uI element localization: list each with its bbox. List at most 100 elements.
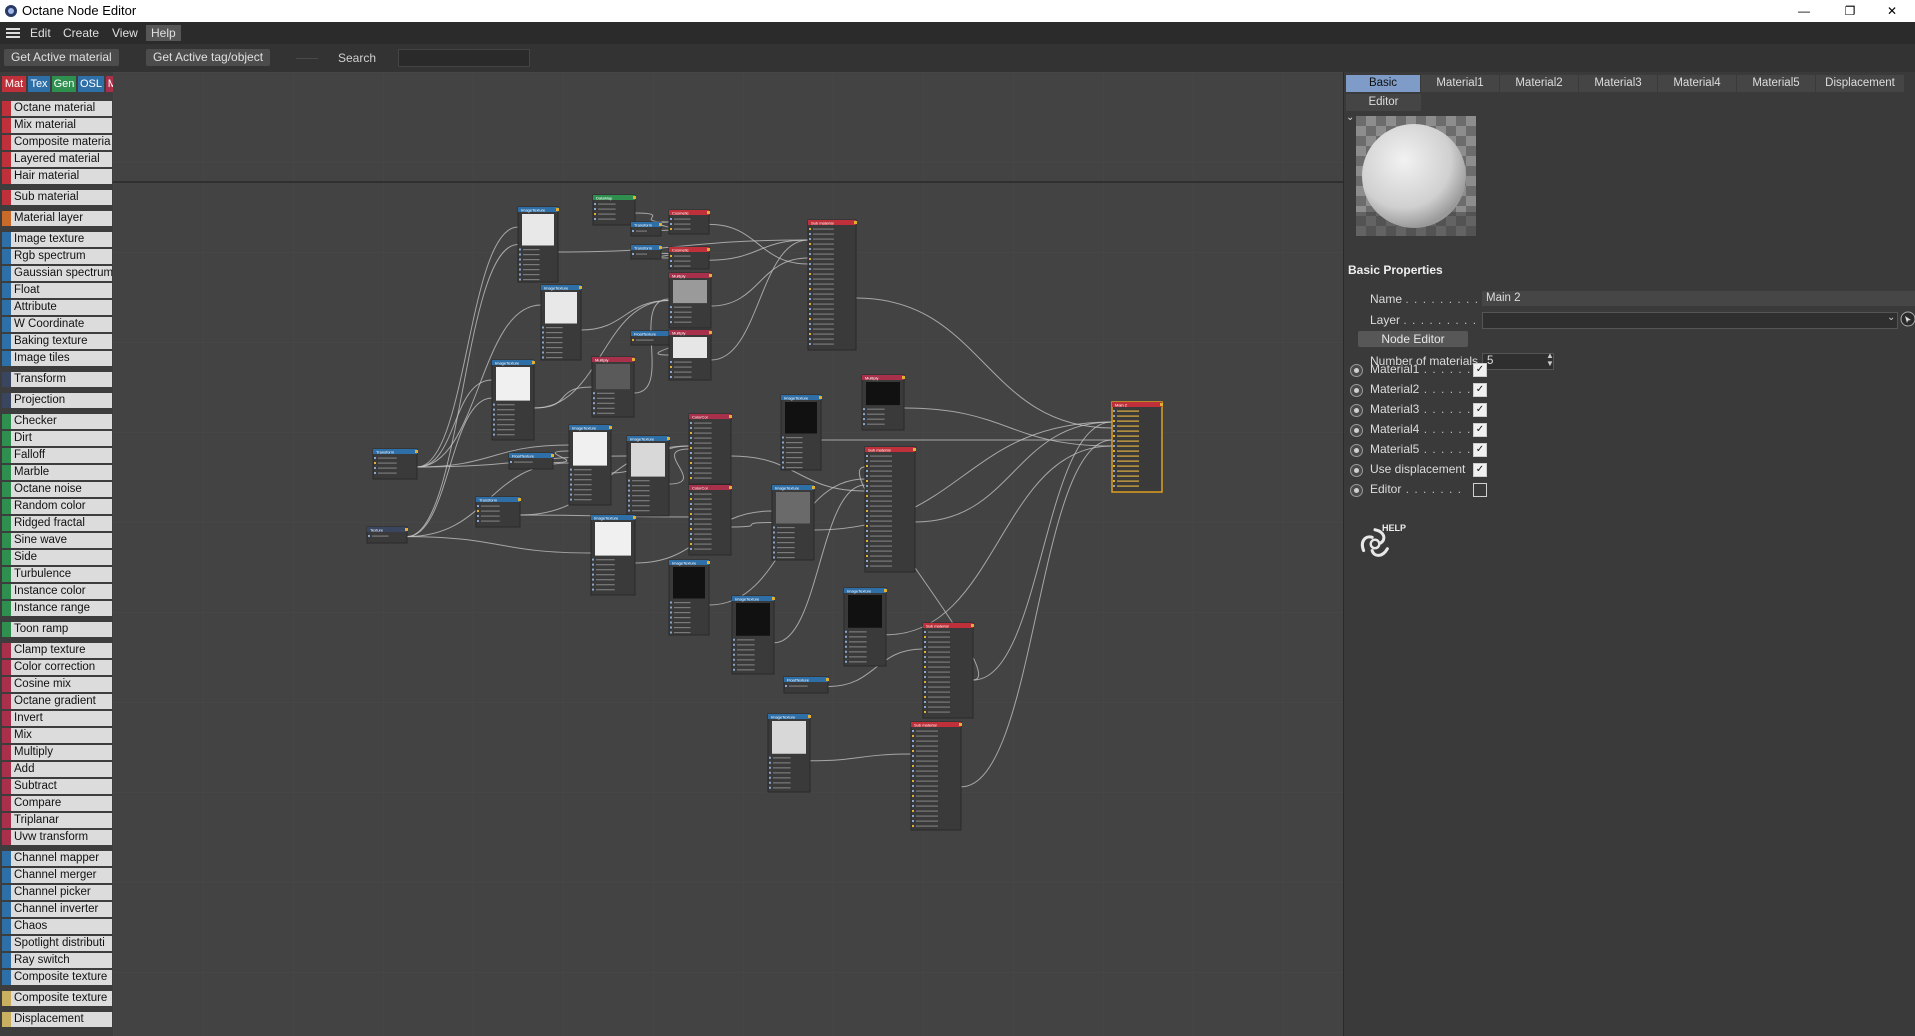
graph-node-input-pin[interactable] bbox=[769, 786, 771, 789]
graph-node[interactable]: Sub material bbox=[864, 446, 916, 573]
graph-node-input-pin[interactable] bbox=[809, 288, 811, 290]
animate-toggle-icon[interactable] bbox=[1350, 384, 1363, 397]
graph-node-input-pin[interactable] bbox=[924, 691, 926, 693]
graph-node-output-pin[interactable] bbox=[659, 246, 662, 249]
graph-node-input-pin[interactable] bbox=[592, 568, 594, 571]
graph-node-input-pin[interactable] bbox=[690, 457, 692, 459]
node-list-item[interactable]: Marble bbox=[2, 465, 112, 480]
graph-node-input-pin[interactable] bbox=[733, 648, 735, 651]
graph-node-output-pin[interactable] bbox=[729, 486, 732, 489]
node-list-item[interactable]: Baking texture bbox=[2, 334, 112, 349]
graph-node-input-pin[interactable] bbox=[773, 541, 775, 544]
graph-node-output-pin[interactable] bbox=[667, 437, 670, 440]
graph-node-input-pin[interactable] bbox=[866, 470, 868, 472]
graph-node-input-pin[interactable] bbox=[690, 508, 692, 510]
toggle-checkbox[interactable]: ✓ bbox=[1473, 443, 1487, 457]
graph-node-input-pin[interactable] bbox=[374, 467, 376, 469]
animate-toggle-icon[interactable] bbox=[1350, 404, 1363, 417]
graph-node-output-pin[interactable] bbox=[1160, 403, 1163, 406]
graph-node-input-pin[interactable] bbox=[809, 248, 811, 250]
graph-node-output-pin[interactable] bbox=[826, 678, 829, 681]
graph-node-input-pin[interactable] bbox=[670, 611, 672, 614]
layer-dropdown-chevron-icon[interactable]: ⌄ bbox=[1887, 312, 1895, 323]
graph-node-input-pin[interactable] bbox=[769, 756, 771, 759]
category-tab-osl[interactable]: OSL bbox=[78, 76, 104, 92]
graph-node-input-pin[interactable] bbox=[690, 548, 692, 550]
graph-node-input-pin[interactable] bbox=[593, 412, 595, 415]
graph-node-input-pin[interactable] bbox=[912, 745, 914, 747]
graph-node-input-pin[interactable] bbox=[809, 253, 811, 255]
node-list-item[interactable]: W Coordinate bbox=[2, 317, 112, 332]
node-list-item[interactable]: Sub material bbox=[2, 190, 112, 205]
node-list-item[interactable]: Image tiles bbox=[2, 351, 112, 366]
graph-node-input-pin[interactable] bbox=[1113, 425, 1115, 427]
menu-create[interactable]: Create bbox=[58, 25, 104, 41]
graph-node-input-pin[interactable] bbox=[924, 701, 926, 703]
graph-node[interactable]: ImageTexture bbox=[843, 587, 887, 667]
graph-node-input-pin[interactable] bbox=[769, 761, 771, 764]
graph-node-input-pin[interactable] bbox=[690, 462, 692, 464]
graph-node[interactable]: Texture bbox=[366, 526, 408, 544]
graph-node-output-pin[interactable] bbox=[707, 211, 710, 214]
graph-node-input-pin[interactable] bbox=[493, 403, 495, 406]
category-tab-tex[interactable]: Tex bbox=[28, 76, 50, 92]
graph-node[interactable]: ImageTexture bbox=[767, 713, 811, 793]
tab-material5[interactable]: Material5 bbox=[1737, 75, 1815, 92]
graph-node-input-pin[interactable] bbox=[845, 630, 847, 633]
node-graph-canvas[interactable]: ImageTexture DataMap Transform Transform Cos… bbox=[113, 72, 1343, 1036]
menu-edit[interactable]: Edit bbox=[25, 25, 56, 41]
graph-node[interactable]: ImageTexture bbox=[590, 514, 636, 596]
graph-node-input-pin[interactable] bbox=[809, 273, 811, 275]
graph-node-input-pin[interactable] bbox=[866, 465, 868, 467]
graph-node-input-pin[interactable] bbox=[670, 361, 672, 363]
graph-node-input-pin[interactable] bbox=[912, 760, 914, 762]
node-list-item[interactable]: Add bbox=[2, 762, 112, 777]
graph-node[interactable]: ImageTexture bbox=[491, 359, 535, 441]
graph-node-input-pin[interactable] bbox=[924, 671, 926, 673]
animate-toggle-icon[interactable] bbox=[1350, 484, 1363, 497]
node-list-item[interactable]: Falloff bbox=[2, 448, 112, 463]
graph-node-input-pin[interactable] bbox=[690, 513, 692, 515]
animate-toggle-icon[interactable] bbox=[1350, 464, 1363, 477]
node-list-item[interactable]: Color correction bbox=[2, 660, 112, 675]
node-list-item[interactable]: Checker bbox=[2, 414, 112, 429]
graph-node-input-pin[interactable] bbox=[670, 601, 672, 604]
graph-node-input-pin[interactable] bbox=[670, 260, 672, 262]
graph-node-input-pin[interactable] bbox=[809, 323, 811, 325]
graph-node-input-pin[interactable] bbox=[866, 490, 868, 492]
graph-node-input-pin[interactable] bbox=[542, 351, 544, 354]
graph-node-input-pin[interactable] bbox=[866, 550, 868, 552]
graph-node-output-pin[interactable] bbox=[659, 223, 662, 226]
graph-node-input-pin[interactable] bbox=[912, 735, 914, 737]
graph-node-input-pin[interactable] bbox=[477, 505, 479, 507]
node-list-item[interactable]: Chaos bbox=[2, 919, 112, 934]
graph-node-output-pin[interactable] bbox=[405, 528, 408, 531]
graph-node-input-pin[interactable] bbox=[866, 555, 868, 557]
graph-node-input-pin[interactable] bbox=[782, 456, 784, 459]
graph-node-input-pin[interactable] bbox=[1113, 415, 1115, 417]
node-list-item[interactable]: Invert bbox=[2, 711, 112, 726]
node-list-item[interactable]: Dirt bbox=[2, 431, 112, 446]
tab-material2[interactable]: Material2 bbox=[1500, 75, 1578, 92]
graph-node-input-pin[interactable] bbox=[690, 437, 692, 439]
graph-node-input-pin[interactable] bbox=[592, 588, 594, 591]
graph-node[interactable]: FloatTexture bbox=[783, 676, 829, 694]
graph-node[interactable]: Transform bbox=[630, 244, 662, 260]
graph-node-output-pin[interactable] bbox=[709, 274, 712, 277]
collapse-chevron-icon[interactable]: ⌄ bbox=[1346, 112, 1354, 123]
graph-node-input-pin[interactable] bbox=[809, 303, 811, 305]
graph-node-input-pin[interactable] bbox=[769, 771, 771, 774]
graph-node-input-pin[interactable] bbox=[690, 533, 692, 535]
graph-node-input-pin[interactable] bbox=[912, 730, 914, 732]
animate-toggle-icon[interactable] bbox=[1350, 444, 1363, 457]
graph-node-input-pin[interactable] bbox=[912, 750, 914, 752]
graph-node-input-pin[interactable] bbox=[594, 218, 596, 220]
graph-node-input-pin[interactable] bbox=[769, 781, 771, 784]
node-list-item[interactable]: Mix material bbox=[2, 118, 112, 133]
graph-node-output-pin[interactable] bbox=[709, 331, 712, 334]
tab-material4[interactable]: Material4 bbox=[1658, 75, 1736, 92]
graph-node-input-pin[interactable] bbox=[769, 776, 771, 779]
graph-node[interactable]: Sub material bbox=[922, 622, 974, 719]
graph-node-input-pin[interactable] bbox=[690, 427, 692, 429]
graph-node-input-pin[interactable] bbox=[809, 233, 811, 235]
